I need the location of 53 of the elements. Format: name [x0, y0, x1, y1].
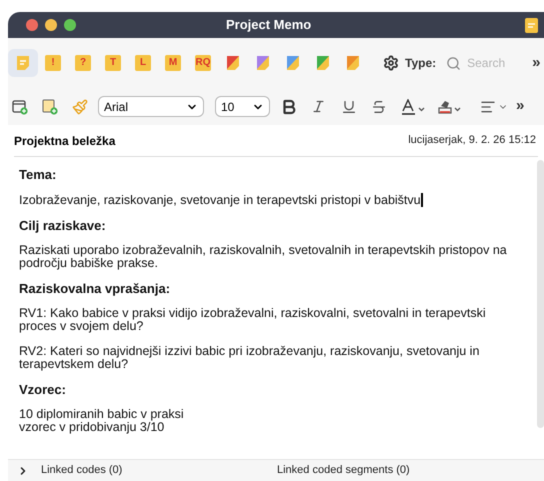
strikethrough-icon[interactable] — [371, 98, 387, 114]
note-icon — [225, 55, 241, 71]
section-heading: Raziskovalna vprašanja: — [19, 282, 172, 295]
memo-letter: M — [168, 58, 178, 68]
memo-letter: T — [110, 58, 116, 68]
memo-type-button[interactable]: M — [158, 49, 188, 77]
type-label: Type: — [405, 55, 436, 72]
memo-title: Projektna beležka — [14, 132, 116, 150]
search-field[interactable]: Search — [467, 54, 518, 72]
memo-type-button[interactable]: RQ — [188, 49, 218, 77]
text-color-icon[interactable] — [401, 98, 427, 114]
close-button[interactable] — [26, 19, 38, 31]
font-select[interactable]: Arial — [98, 96, 204, 117]
memo-type-button[interactable]: T — [98, 49, 128, 77]
section-heading: Tema: — [19, 168, 58, 181]
memo-type-button[interactable]: ? — [68, 49, 98, 77]
window-title: Project Memo — [226, 16, 312, 34]
linked-codes-label: Linked codes (0) — [41, 463, 124, 478]
section-heading: Vzorec: — [19, 383, 67, 396]
memo-letter: L — [140, 58, 146, 68]
memo-icon — [525, 18, 538, 32]
memo-type-button[interactable]: ! — [38, 49, 68, 77]
search-icon — [446, 56, 462, 70]
size-select[interactable]: 10 — [215, 96, 270, 117]
note-icon — [285, 55, 301, 71]
underline-icon[interactable] — [341, 98, 357, 114]
zoom-button[interactable] — [64, 19, 76, 31]
highlighter-icon[interactable] — [437, 98, 463, 114]
document-add-icon[interactable] — [42, 98, 58, 114]
align-left-icon[interactable] — [480, 98, 496, 114]
note-icon — [15, 55, 31, 71]
overflow-button[interactable]: » — [516, 95, 524, 118]
memo-letter: ! — [51, 58, 55, 68]
note-icon — [345, 55, 361, 71]
memo-letter: RQ — [196, 58, 210, 68]
section-heading: Cilj raziskave: — [19, 219, 107, 232]
note-icon — [255, 55, 271, 71]
settings-icon[interactable] — [383, 55, 399, 71]
overflow-button[interactable]: » — [532, 52, 540, 74]
paragraph: Izobraževanje, raziskovanje, svetovanje in terapevtski pristopi v babištvu — [19, 193, 421, 207]
italic-icon[interactable] — [311, 99, 326, 114]
memo-letter: ? — [80, 58, 86, 68]
memo-type-button[interactable]: L — [128, 49, 158, 77]
linked-segments-label: Linked coded segments (0) — [277, 463, 410, 478]
paragraph: Raziskati uporabo izobraževalnih, raziskovalnih, svetovalnih in terapevtskih pristopov na področju babiške prakse. — [19, 243, 507, 270]
paragraph: RV1: Kako babice v praksi vidijo izobraževalni, raziskovalni, svetovalni in terapevtski proces v svojem delu? — [19, 306, 486, 333]
note-icon — [315, 55, 331, 71]
paragraph: RV2: Kateri so najvidnejši izzivi babic pri izobraževanju, raziskovanju, svetovanju in terapevtskem delu? — [19, 344, 480, 371]
scrollbar[interactable] — [537, 160, 544, 428]
minimize-button[interactable] — [45, 19, 57, 31]
paragraph: 10 diplomiranih babic v praksi vzorec v pridobivanju 3/10 — [19, 408, 185, 434]
author-date: lucijaserjak, 9. 2. 26 15:12 — [408, 133, 536, 148]
calendar-add-icon[interactable] — [12, 98, 28, 114]
